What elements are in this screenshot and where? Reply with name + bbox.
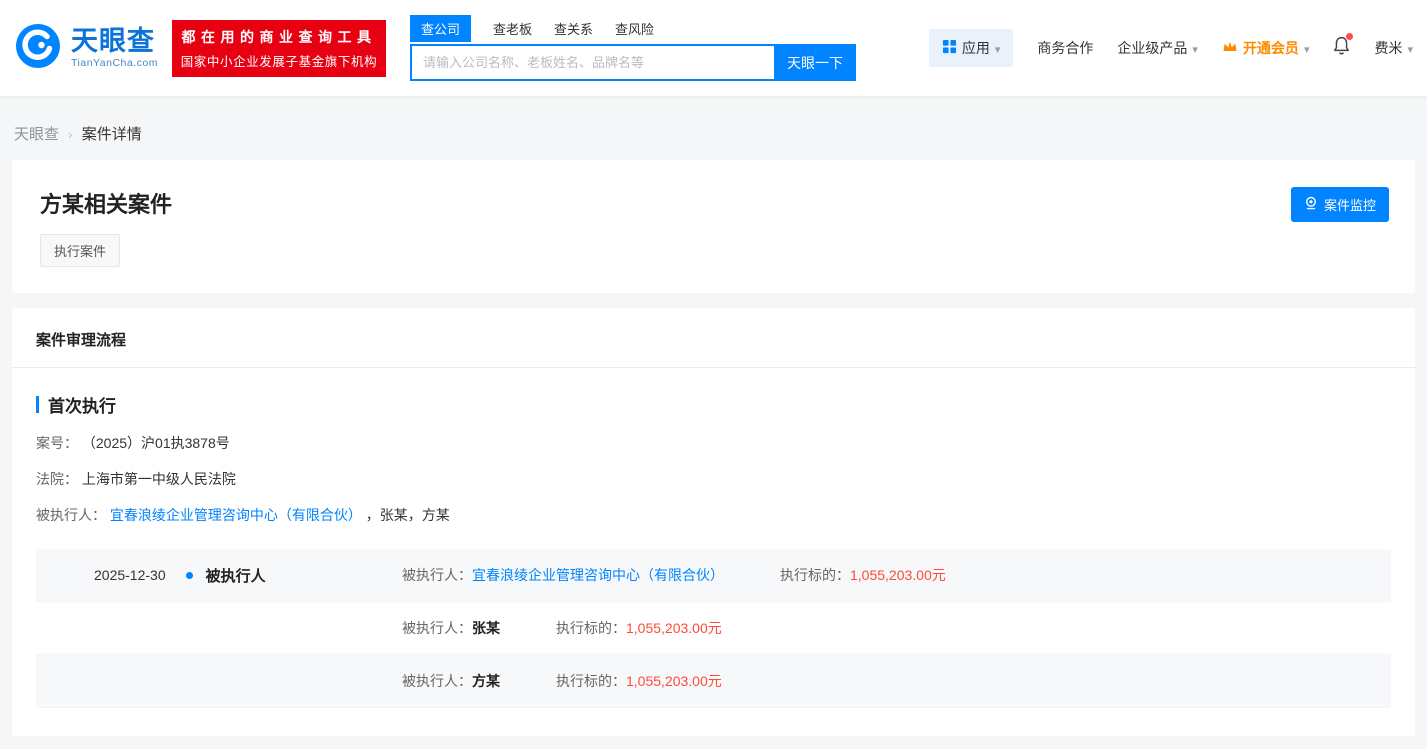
tianyancha-logo[interactable]: 天眼查 TianYanCha.com [14, 22, 158, 75]
brand-domain: TianYanCha.com [71, 57, 158, 69]
page-title: 方某相关案件 [40, 187, 1387, 219]
timeline-date: 2025-12-30 [94, 567, 166, 583]
user-name: 费米 [1374, 38, 1402, 58]
case-timeline: 2025-12-30 被执行人 被执行人： 宜春浪绫企业管理咨询中心（有限合伙）… [36, 549, 1391, 708]
stage-header: 首次执行 [36, 392, 1391, 417]
header: 天眼查 TianYanCha.com 都在用的商业查询工具 国家中小企业发展子基… [0, 0, 1427, 96]
timeline-row: 被执行人： 张某 执行标的： 1,055,203.00元 [36, 602, 1391, 655]
slogan-line1: 都在用的商业查询工具 [180, 27, 378, 47]
brand-name: 天眼查 [71, 27, 158, 55]
stage-title: 首次执行 [48, 392, 116, 417]
section-title: 案件审理流程 [12, 308, 1415, 368]
amount-value: 1,055,203.00元 [850, 565, 946, 585]
case-title-card: 方某相关案件 执行案件 案件监控 [12, 160, 1415, 293]
apps-menu[interactable]: 应用 [929, 29, 1014, 67]
case-number-label: 案号： [36, 435, 78, 451]
apps-label: 应用 [962, 38, 990, 58]
court-value: 上海市第一中级人民法院 [82, 471, 236, 487]
chevron-down-icon [1304, 40, 1310, 56]
nav-business-label: 商务合作 [1037, 38, 1093, 58]
search-tab-company[interactable]: 查公司 [410, 15, 471, 42]
breadcrumb-separator: › [68, 126, 73, 142]
notifications-button[interactable] [1333, 36, 1350, 60]
search-area: 查公司 查老板 查关系 查风险 天眼一下 [410, 15, 856, 81]
breadcrumb-current: 案件详情 [82, 123, 142, 144]
slogan-badge: 都在用的商业查询工具 国家中小企业发展子基金旗下机构 [172, 20, 386, 77]
case-monitor-button[interactable]: 案件监控 [1291, 187, 1389, 222]
nav-business-link[interactable]: 商务合作 [1037, 38, 1093, 58]
field-executed-persons: 被执行人： 宜春浪绫企业管理咨询中心（有限合伙） ，张某，方某 [36, 505, 1391, 525]
executed-persons-rest: ，张某，方某 [366, 507, 450, 523]
field-case-number: 案号： （2025）沪01执3878号 [36, 433, 1391, 453]
monitor-icon [1304, 196, 1318, 213]
search-button[interactable]: 天眼一下 [774, 44, 856, 81]
search-tab-relation[interactable]: 查关系 [554, 19, 593, 38]
timeline-dot-icon [186, 572, 193, 579]
header-nav: 应用 商务合作 企业级产品 开通会员 [929, 29, 1413, 67]
search-tabs: 查公司 查老板 查关系 查风险 [410, 15, 856, 42]
chevron-down-icon [1407, 40, 1413, 56]
chevron-down-icon [995, 40, 1001, 56]
field-court: 法院： 上海市第一中级人民法院 [36, 469, 1391, 489]
amount-label: 执行标的： [780, 565, 850, 585]
crown-icon [1222, 40, 1238, 56]
executed-name: 方某 [472, 671, 500, 691]
breadcrumb-home-link[interactable]: 天眼查 [14, 123, 59, 144]
search-tab-boss[interactable]: 查老板 [493, 19, 532, 38]
amount-value: 1,055,203.00元 [626, 618, 722, 638]
nav-enterprise-label: 企业级产品 [1117, 38, 1187, 58]
chevron-down-icon [1192, 40, 1198, 56]
amount-value: 1,055,203.00元 [626, 671, 722, 691]
search-input[interactable] [410, 44, 774, 81]
executed-company-link[interactable]: 宜春浪绫企业管理咨询中心（有限合伙） [110, 507, 362, 523]
executed-persons-label: 被执行人： [36, 507, 106, 523]
executed-label: 被执行人： [402, 618, 472, 638]
executed-name: 张某 [472, 618, 500, 638]
executed-name-link[interactable]: 宜春浪绫企业管理咨询中心（有限合伙） [472, 565, 724, 585]
apps-grid-icon [942, 39, 957, 57]
tianyancha-logo-icon [14, 22, 62, 75]
amount-label: 执行标的： [556, 618, 626, 638]
case-monitor-label: 案件监控 [1324, 195, 1376, 214]
search-tab-risk[interactable]: 查风险 [615, 19, 654, 38]
timeline-node-title: 被执行人 [206, 565, 266, 586]
case-type-tag[interactable]: 执行案件 [40, 234, 120, 267]
slogan-line2: 国家中小企业发展子基金旗下机构 [180, 51, 378, 70]
vip-label: 开通会员 [1243, 38, 1299, 58]
timeline-row: 2025-12-30 被执行人 被执行人： 宜春浪绫企业管理咨询中心（有限合伙）… [36, 549, 1391, 602]
user-menu[interactable]: 费米 [1374, 38, 1413, 58]
case-process-card: 案件审理流程 首次执行 案号： （2025）沪01执3878号 法院： 上海市第… [12, 308, 1415, 736]
breadcrumb: 天眼查 › 案件详情 [0, 96, 1427, 160]
executed-label: 被执行人： [402, 565, 472, 585]
case-number-value: （2025）沪01执3878号 [82, 435, 230, 451]
court-label: 法院： [36, 471, 78, 487]
vip-link[interactable]: 开通会员 [1222, 38, 1310, 58]
notification-dot [1346, 33, 1353, 40]
nav-enterprise-link[interactable]: 企业级产品 [1117, 38, 1198, 58]
amount-label: 执行标的： [556, 671, 626, 691]
stage-bar [36, 396, 39, 413]
timeline-row: 被执行人： 方某 执行标的： 1,055,203.00元 [36, 655, 1391, 708]
executed-label: 被执行人： [402, 671, 472, 691]
